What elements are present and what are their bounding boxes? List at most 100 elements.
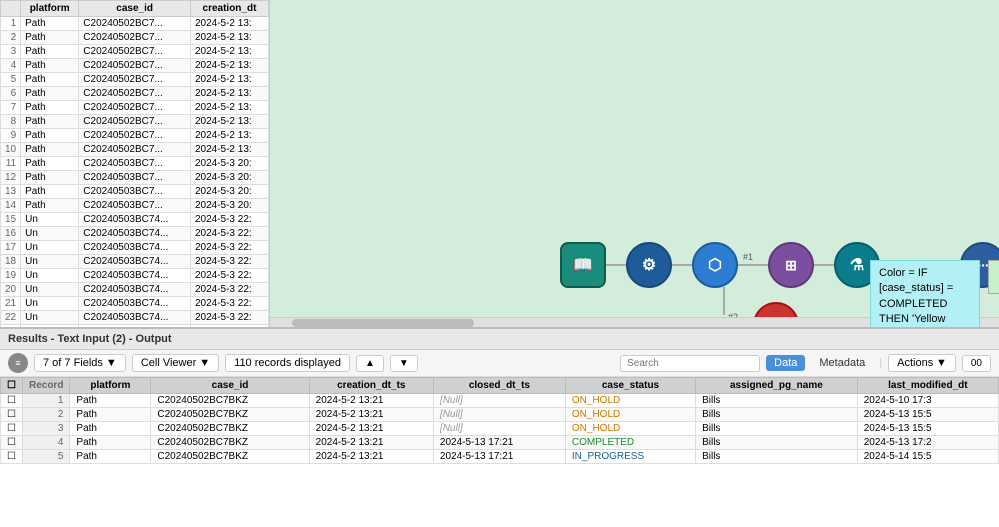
left-table-row: 21 Un C20240503BC74... 2024-5-3 22: (1, 297, 269, 311)
left-cell-platform: Path (21, 101, 79, 115)
left-table-row: 18 Un C20240503BC74... 2024-5-3 22: (1, 255, 269, 269)
results-cell-creation: 2024-5-2 13:21 (309, 450, 433, 464)
tab-metadata-label: Metadata (819, 357, 865, 369)
connector-2 (672, 264, 692, 266)
cell-viewer-btn[interactable]: Cell Viewer ▼ (132, 354, 219, 372)
left-table-row: 17 Un C20240503BC74... 2024-5-3 22: (1, 241, 269, 255)
left-cell-caseid: C20240502BC7... (79, 73, 191, 87)
tab-data[interactable]: Data (766, 355, 805, 371)
connector-4 (814, 264, 834, 266)
results-cell-caseid: C20240502BC7BKZ (151, 436, 309, 450)
col-caseid-header: case_id (79, 1, 191, 17)
results-icon-1[interactable]: ≡ (8, 353, 28, 373)
results-cell-check[interactable]: ☐ (1, 450, 23, 464)
left-cell-platform: Path (21, 199, 79, 213)
results-table-row: ☐ 1 Path C20240502BC7BKZ 2024-5-2 13:21 … (1, 394, 999, 408)
results-cell-num: 1 (22, 394, 69, 408)
results-cell-modified: 2024-5-13 17:2 (857, 436, 998, 450)
results-cell-assigned: Bills (696, 422, 858, 436)
left-cell-creation: 2024-5-2 13: (190, 31, 268, 45)
gear-node[interactable] (626, 242, 672, 288)
results-cell-platform: Path (70, 408, 151, 422)
left-cell-caseid: C20240503BC74... (79, 283, 191, 297)
formula-tooltip-text: Color = IF [case_status] = COMPLETED THE… (879, 267, 981, 327)
left-cell-platform: Path (21, 45, 79, 59)
results-cell-closed: [Null] (433, 408, 565, 422)
left-row-num: 14 (1, 199, 21, 213)
results-cell-caseid: C20240502BC7BKZ (151, 394, 309, 408)
col-check-header[interactable]: ☐ (1, 378, 23, 394)
left-cell-creation: 2024-5-3 22: (190, 255, 268, 269)
color-icon: ⚗ (850, 255, 864, 275)
col-platform-header: platform (70, 378, 151, 394)
formula-node[interactable]: ⊞ (768, 242, 814, 288)
left-row-num: 6 (1, 87, 21, 101)
left-cell-platform: Path (21, 87, 79, 101)
results-cell-check[interactable]: ☐ (1, 422, 23, 436)
left-cell-creation: 2024-5-3 22: (190, 283, 268, 297)
cell-viewer-dropdown-icon: ▼ (199, 357, 210, 369)
results-cell-creation: 2024-5-2 13:21 (309, 394, 433, 408)
col-modified-header: last_modified_dt (857, 378, 998, 394)
actions-label: Actions (897, 357, 933, 369)
left-table-row: 2 Path C20240502BC7... 2024-5-2 13: (1, 31, 269, 45)
left-cell-caseid: C20240503BC74... (79, 255, 191, 269)
results-cell-check[interactable]: ☐ (1, 436, 23, 450)
left-row-num: 1 (1, 17, 21, 31)
results-title: Results - Text Input (2) - Output (8, 333, 172, 345)
results-cell-status: ON_HOLD (565, 422, 695, 436)
left-table-row: 11 Path C20240503BC7... 2024-5-3 20: (1, 157, 269, 171)
canvas-scrollbar-thumb[interactable] (292, 319, 474, 327)
search-input[interactable] (620, 355, 760, 372)
left-cell-creation: 2024-5-3 20: (190, 157, 268, 171)
union-node[interactable]: ⬡ (692, 242, 738, 288)
left-row-num: 19 (1, 269, 21, 283)
left-row-num: 3 (1, 45, 21, 59)
left-cell-creation: 2024-5-3 22: (190, 297, 268, 311)
left-cell-creation: 2024-5-3 22: (190, 269, 268, 283)
left-cell-creation: 2024-5-3 22: (190, 213, 268, 227)
left-cell-platform: Path (21, 73, 79, 87)
left-cell-caseid: C20240503BC74... (79, 227, 191, 241)
results-cell-caseid: C20240502BC7BKZ (151, 422, 309, 436)
records-count-btn[interactable]: 110 records displayed (225, 354, 350, 372)
left-cell-creation: 2024-5-3 22: (190, 227, 268, 241)
sort-down-btn[interactable]: ▼ (390, 355, 418, 372)
results-cell-platform: Path (70, 422, 151, 436)
fields-count-label: 7 of 7 Fields (43, 357, 103, 369)
results-cell-modified: 2024-5-13 15:5 (857, 422, 998, 436)
left-table-row: 15 Un C20240503BC74... 2024-5-3 22: (1, 213, 269, 227)
left-cell-creation: 2024-5-3 20: (190, 185, 268, 199)
left-table-row: 5 Path C20240502BC7... 2024-5-2 13: (1, 73, 269, 87)
connector-1 (606, 264, 626, 266)
left-cell-creation: 2024-5-2 13: (190, 143, 268, 157)
left-row-num: 16 (1, 227, 21, 241)
left-cell-caseid: C20240502BC7... (79, 143, 191, 157)
left-row-num: 10 (1, 143, 21, 157)
fields-count-btn[interactable]: 7 of 7 Fields ▼ (34, 354, 126, 372)
results-cell-check[interactable]: ☐ (1, 394, 23, 408)
results-cell-closed: [Null] (433, 422, 565, 436)
left-cell-caseid: C20240503BC74... (79, 241, 191, 255)
actions-btn[interactable]: Actions ▼ (888, 354, 956, 372)
gear-icon (642, 255, 656, 275)
book-node[interactable] (560, 242, 606, 288)
fields-dropdown-icon: ▼ (106, 357, 117, 369)
sort-up-btn[interactable]: ▲ (356, 355, 384, 372)
results-cell-closed: [Null] (433, 394, 565, 408)
col-record-header: Record (22, 378, 69, 394)
left-row-num: 7 (1, 101, 21, 115)
results-cell-check[interactable]: ☐ (1, 408, 23, 422)
results-header: Results - Text Input (2) - Output (0, 329, 999, 350)
col-caseid-header: case_id (151, 378, 309, 394)
union-icon: ⬡ (708, 255, 722, 275)
col-status-header: case_status (565, 378, 695, 394)
left-cell-platform: Path (21, 185, 79, 199)
results-cell-assigned: Bills (696, 436, 858, 450)
extra-icon-btn[interactable]: 00 (962, 355, 991, 372)
results-toolbar: ≡ 7 of 7 Fields ▼ Cell Viewer ▼ 110 reco… (0, 350, 999, 377)
divider: | (879, 357, 882, 369)
left-cell-caseid: C20240503BC7... (79, 199, 191, 213)
tab-metadata[interactable]: Metadata (811, 355, 873, 371)
left-cell-caseid: C20240503BC74... (79, 269, 191, 283)
